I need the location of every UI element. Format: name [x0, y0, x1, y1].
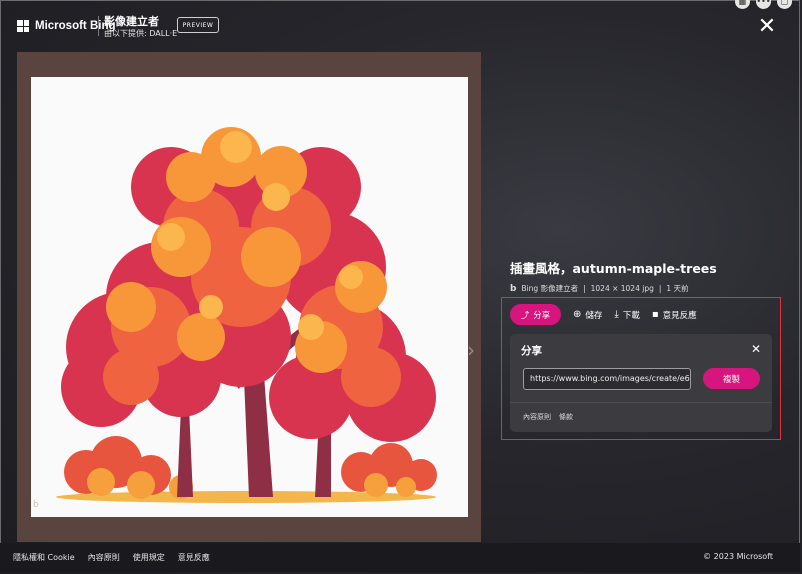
- microsoft-logo-icon: [17, 20, 29, 32]
- footer: 隱私權和 Cookie 內容原則 使用規定 意見反應 © 2023 Micros…: [0, 543, 800, 572]
- generated-image[interactable]: [31, 77, 468, 517]
- footer-links: 隱私權和 Cookie 內容原則 使用規定 意見反應: [13, 552, 210, 563]
- product-name: 影像建立者: [104, 15, 159, 28]
- terms-link[interactable]: 條款: [559, 412, 573, 422]
- meta-separator: |: [658, 284, 662, 293]
- feedback-icon: ▪: [651, 309, 659, 320]
- footer-copyright: © 2023 Microsoft: [703, 552, 773, 561]
- image-watermark-icon: b: [33, 500, 39, 510]
- preview-badge: PREVIEW: [177, 17, 219, 33]
- download-icon: ⤓: [614, 309, 619, 320]
- bing-icon: b: [510, 283, 517, 294]
- share-url-input[interactable]: https://www.bing.com/images/create/e6: [523, 368, 691, 390]
- footer-content-policy-link[interactable]: 內容原則: [88, 552, 120, 563]
- share-panel: 分享 ✕ https://www.bing.com/images/create/…: [510, 334, 772, 432]
- next-image-chevron-icon[interactable]: ›: [467, 338, 475, 362]
- download-label: 下載: [622, 310, 640, 321]
- copy-button[interactable]: 複製: [703, 368, 760, 389]
- close-icon: ✕: [751, 342, 762, 356]
- image-viewer: ›: [17, 52, 481, 542]
- brand-divider: [98, 16, 99, 36]
- footer-privacy-link[interactable]: 隱私權和 Cookie: [13, 552, 75, 563]
- save-label: 儲存: [585, 310, 603, 321]
- content-policy-link[interactable]: 內容原則: [523, 412, 551, 422]
- product-title[interactable]: 影像建立者 由以下提供: DALL·E: [104, 15, 177, 39]
- window-icon[interactable]: ▢: [777, 0, 792, 9]
- share-panel-close-button[interactable]: ✕: [751, 342, 761, 356]
- image-source: Bing 影像建立者: [521, 284, 579, 293]
- product-provider: 由以下提供: DALL·E: [104, 29, 178, 38]
- close-button[interactable]: ✕: [757, 14, 777, 39]
- footer-feedback-link[interactable]: 意見反應: [178, 552, 210, 563]
- image-age: 1 天前: [666, 284, 689, 293]
- action-bar: ⤴ 分享 ⊕ 儲存 ⤓ 下載 ▪ 意見反應: [510, 304, 697, 325]
- image-title: 插畫風格，autumn-maple-trees: [510, 261, 717, 276]
- download-button[interactable]: ⤓ 下載: [614, 309, 639, 321]
- close-icon: ✕: [757, 14, 777, 39]
- more-icon[interactable]: •••: [756, 0, 771, 9]
- feedback-button[interactable]: ▪ 意見反應: [652, 309, 697, 321]
- extension-icon[interactable]: ▦: [735, 0, 750, 9]
- meta-separator: |: [583, 284, 586, 293]
- share-label: 分享: [533, 310, 551, 321]
- save-icon: ⊕: [573, 309, 582, 320]
- browser-ext-icons: ▦ ••• ▢: [735, 0, 792, 9]
- share-panel-divider: [510, 402, 772, 403]
- share-panel-links: 內容原則 條款: [523, 412, 573, 422]
- share-panel-title: 分享: [521, 345, 542, 357]
- microsoft-bing-logo[interactable]: Microsoft Bing: [17, 20, 116, 32]
- share-icon: ⤴: [520, 310, 530, 321]
- image-meta: b Bing 影像建立者 | 1024 × 1024 jpg | 1 天前: [510, 283, 689, 294]
- feedback-label: 意見反應: [662, 310, 697, 321]
- save-button[interactable]: ⊕ 儲存: [573, 309, 602, 321]
- maple-tree-illustration: [56, 127, 437, 503]
- footer-terms-link[interactable]: 使用規定: [133, 552, 165, 563]
- share-button[interactable]: ⤴ 分享: [510, 304, 561, 325]
- image-dimensions: 1024 × 1024 jpg: [590, 284, 654, 293]
